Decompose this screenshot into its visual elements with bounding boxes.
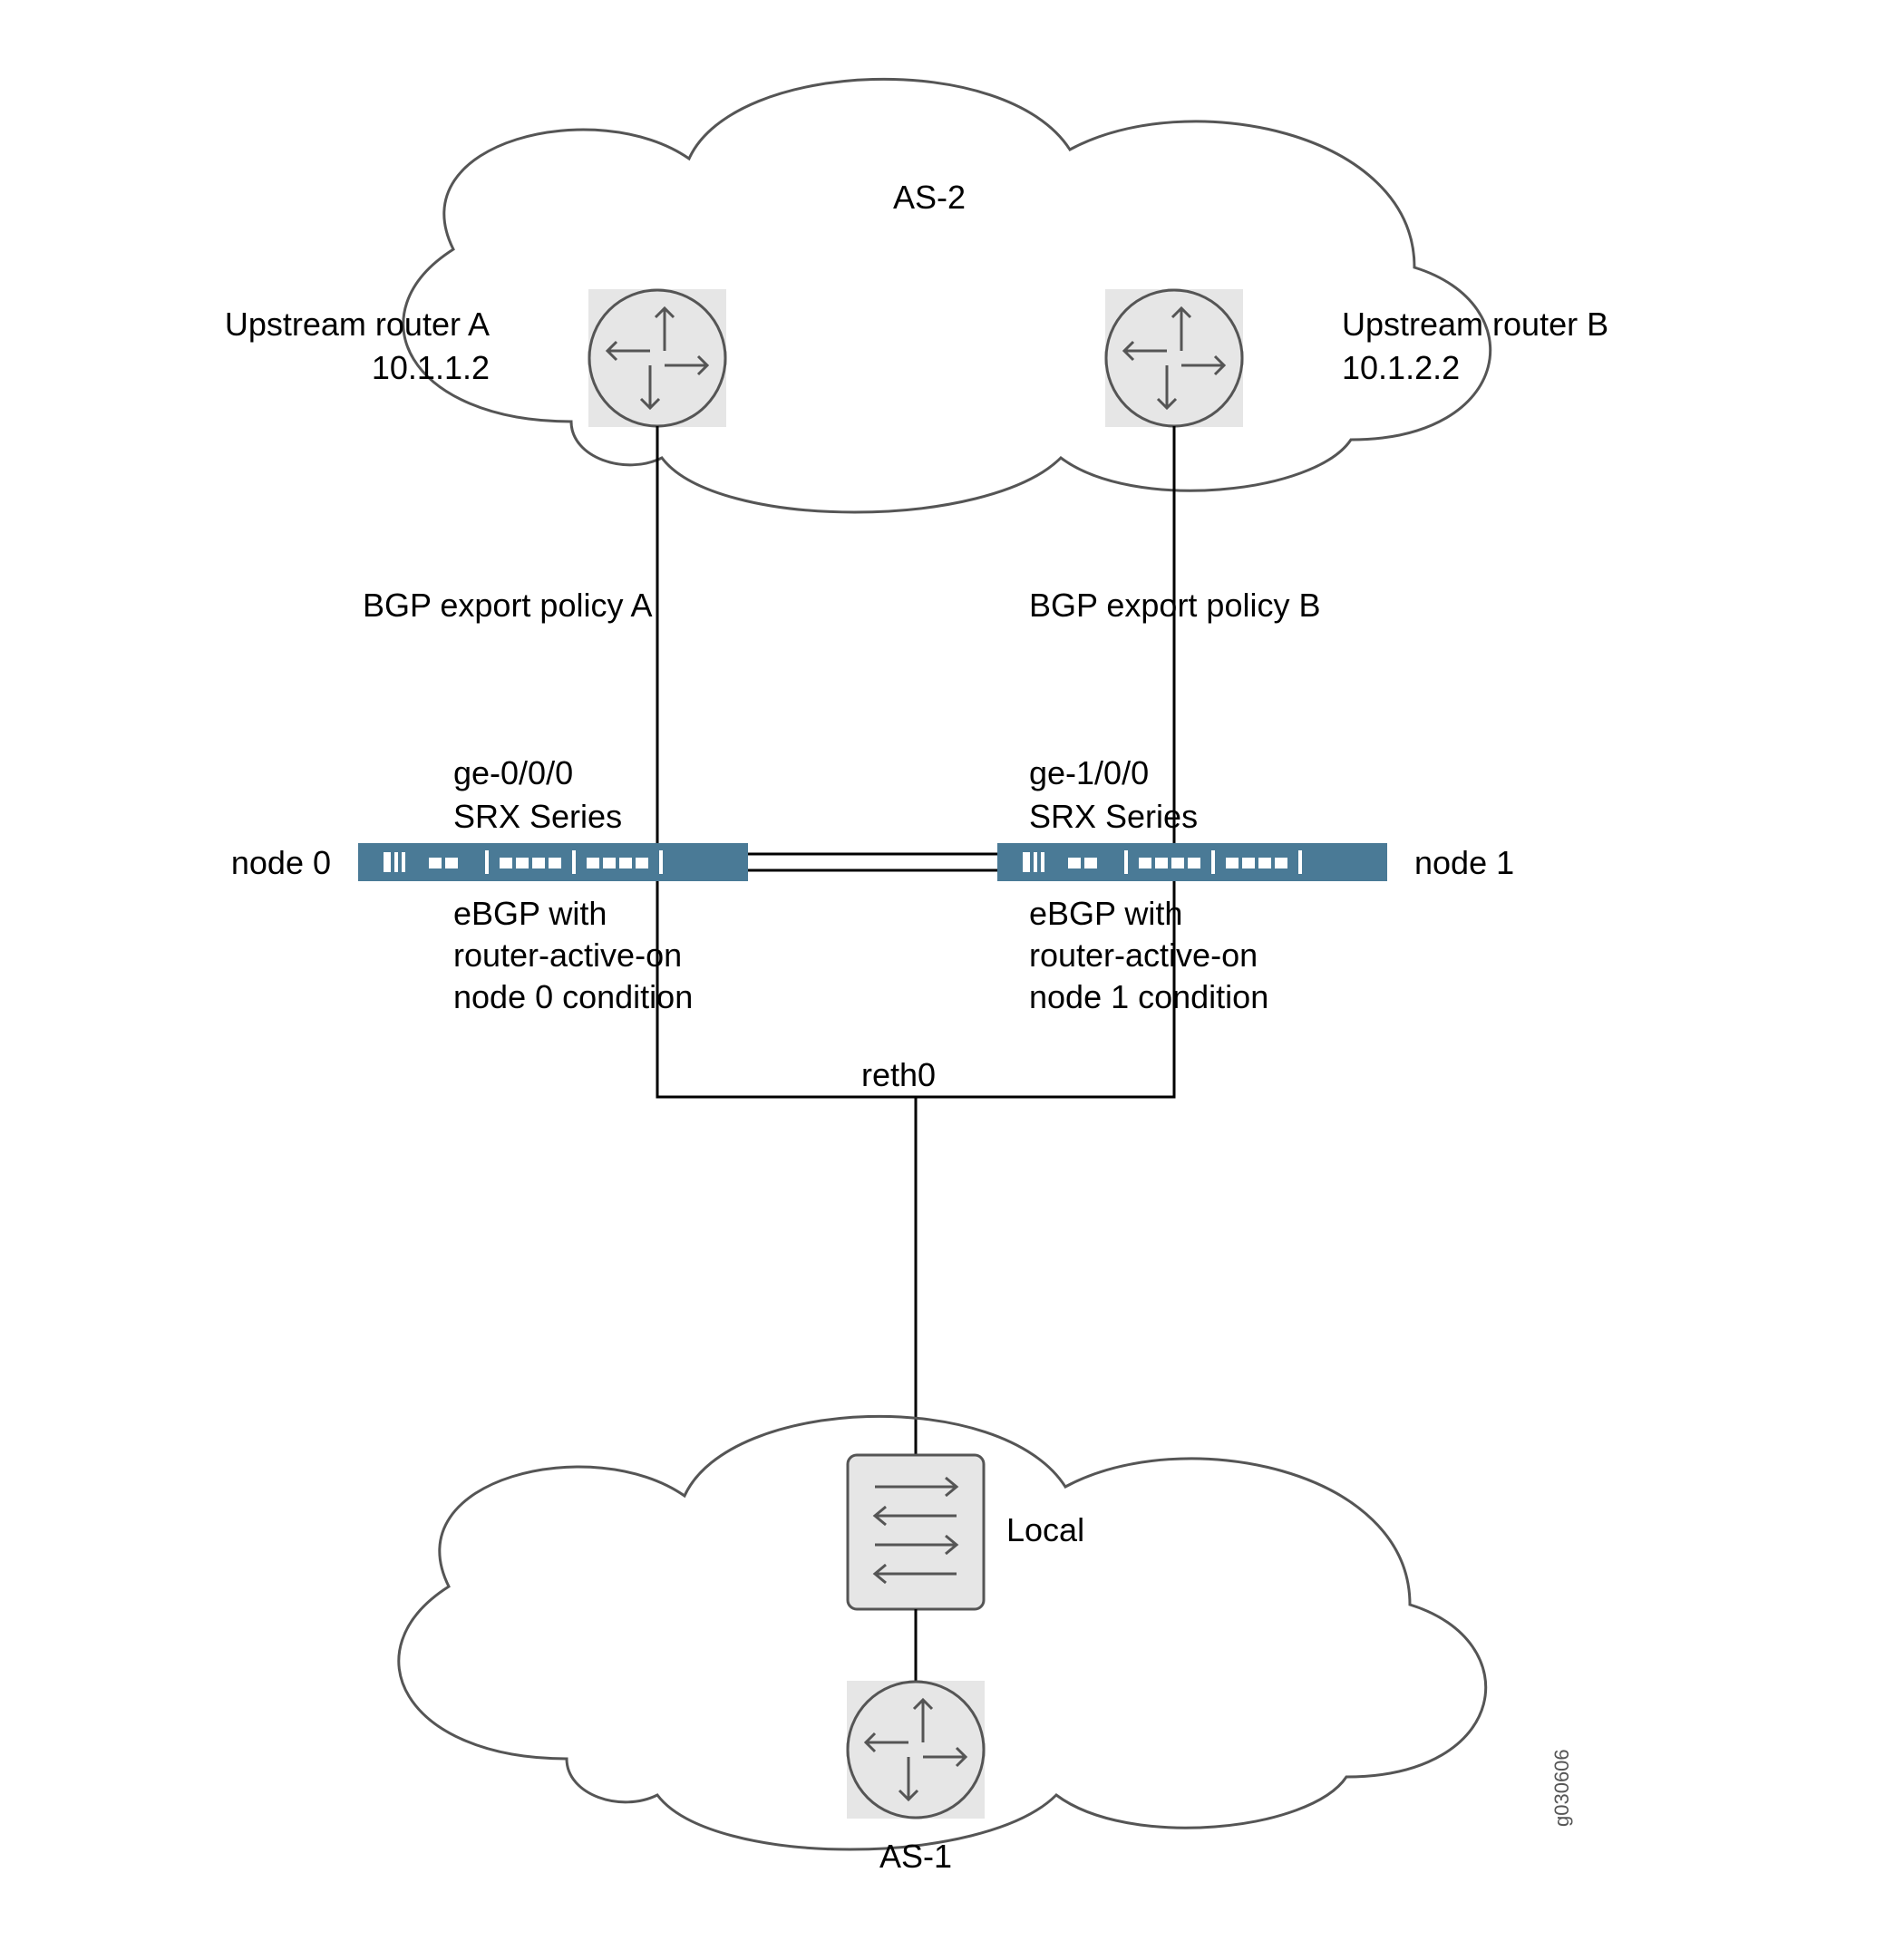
cloud-as2 — [403, 79, 1491, 512]
node0-series: SRX Series — [453, 798, 622, 835]
router-b-label-line1: Upstream router B — [1342, 306, 1608, 343]
router-a-label-line2: 10.1.1.2 — [372, 349, 490, 386]
reth-label: reth0 — [861, 1056, 936, 1093]
cloud-as1-title: AS-1 — [879, 1838, 952, 1875]
cloud-as2-title: AS-2 — [893, 179, 966, 216]
switch-local-label: Local — [1006, 1511, 1084, 1548]
node0-ebgp-1: eBGP with — [453, 895, 607, 932]
router-a-label-line1: Upstream router A — [225, 306, 490, 343]
router-b-icon — [1105, 289, 1243, 427]
srx-node0-icon — [358, 843, 748, 881]
node1-iface: ge-1/0/0 — [1029, 754, 1149, 791]
node0-ebgp-2: router-active-on — [453, 936, 682, 974]
network-diagram: AS-2 Upstream router A 10.1.1.2 Upstream… — [0, 0, 1904, 1960]
node1-ebgp-1: eBGP with — [1029, 895, 1182, 932]
node1-ebgp-2: router-active-on — [1029, 936, 1258, 974]
node1-series: SRX Series — [1029, 798, 1198, 835]
node0-iface: ge-0/0/0 — [453, 754, 573, 791]
router-a-icon — [588, 289, 726, 427]
node1-ebgp-3: node 1 condition — [1029, 978, 1268, 1015]
node1-label: node 1 — [1414, 844, 1514, 881]
router-b-label-line2: 10.1.2.2 — [1342, 349, 1460, 386]
link-b-policy-label: BGP export policy B — [1029, 587, 1321, 624]
link-a-policy-label: BGP export policy A — [363, 587, 653, 624]
router-as1-icon — [847, 1681, 985, 1819]
node0-label: node 0 — [231, 844, 331, 881]
srx-node1-icon — [997, 843, 1387, 881]
switch-local-icon — [848, 1455, 984, 1609]
image-id-label: g030606 — [1550, 1749, 1573, 1827]
